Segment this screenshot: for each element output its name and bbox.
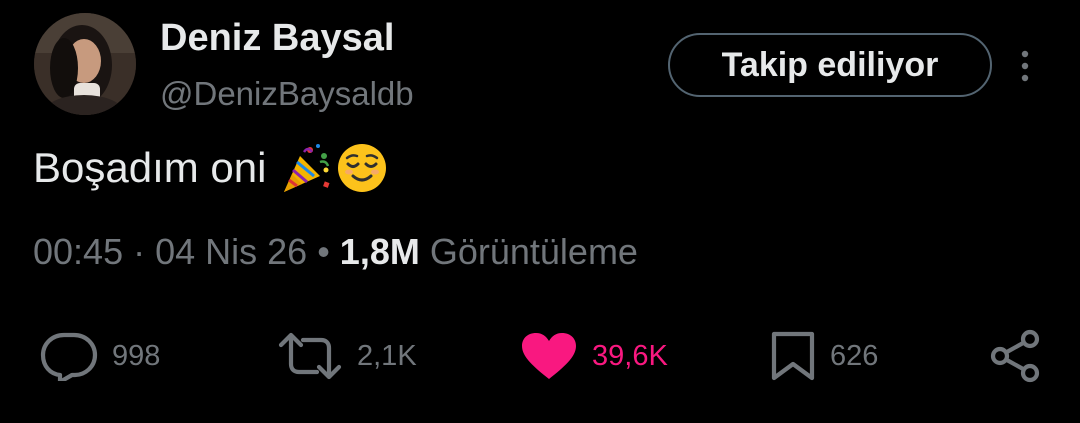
tweet-date[interactable]: 04 Nis 26 <box>155 231 307 272</box>
author-handle[interactable]: @DenizBaysaldb <box>160 72 414 116</box>
views-label[interactable]: Görüntüleme <box>420 231 638 272</box>
meta-separator: · <box>123 231 156 272</box>
reply-icon <box>40 332 98 381</box>
avatar[interactable] <box>34 13 136 115</box>
retweet-icon <box>278 332 342 380</box>
more-vertical-icon <box>1021 50 1029 82</box>
reply-button[interactable]: 998 <box>40 326 160 386</box>
share-button[interactable] <box>988 326 1042 386</box>
reply-count: 998 <box>112 339 161 372</box>
heart-filled-icon <box>522 333 576 379</box>
tweet-time[interactable]: 00:45 <box>33 231 123 272</box>
tweet-card: Deniz Baysal @DenizBaysaldb Takip ediliy… <box>0 0 1080 423</box>
tweet-metadata: 00:45 · 04 Nis 26 • 1,8M Görüntüleme <box>33 228 638 276</box>
share-icon <box>990 329 1040 383</box>
retweet-button[interactable]: 2,1K <box>277 326 417 386</box>
retweet-count: 2,1K <box>357 339 417 372</box>
relieved-face-icon <box>336 142 388 194</box>
bookmark-button[interactable]: 626 <box>770 326 878 386</box>
tweet-text-content: Boşadım oni <box>33 144 267 191</box>
bookmark-icon <box>771 331 815 381</box>
like-button[interactable]: 39,6K <box>520 326 668 386</box>
views-count[interactable]: 1,8M <box>340 231 420 272</box>
author-display-name[interactable]: Deniz Baysal <box>160 14 394 62</box>
avatar-photo <box>34 13 136 115</box>
meta-separator: • <box>307 231 340 272</box>
bookmark-count: 626 <box>830 339 879 372</box>
like-count: 39,6K <box>592 339 668 372</box>
tweet-text: Boşadım oni <box>33 140 388 196</box>
more-options-button[interactable] <box>1010 46 1040 86</box>
party-popper-icon <box>280 142 332 194</box>
following-button[interactable]: Takip ediliyor <box>668 33 992 97</box>
